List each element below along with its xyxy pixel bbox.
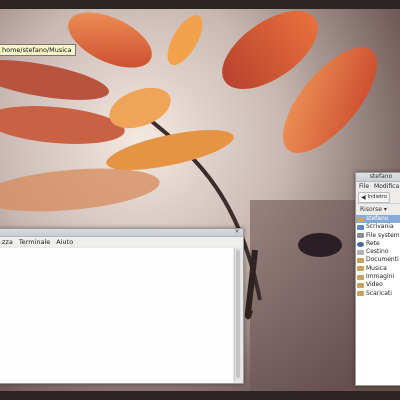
folder-icon: [357, 258, 364, 264]
file-manager-title[interactable]: stefano: [356, 173, 400, 182]
place-item-home[interactable]: stefano: [356, 215, 400, 224]
place-label: Scaricati: [366, 289, 392, 297]
scrollbar-thumb[interactable]: [236, 250, 240, 378]
place-item-desktop[interactable]: Scrivania: [356, 223, 400, 231]
place-label: Documenti: [366, 256, 399, 264]
menu-item-modifica[interactable]: Modifica: [374, 182, 399, 191]
place-item-trash[interactable]: Cestino: [356, 248, 400, 256]
terminal-menubar: zza Terminale Aiuto: [0, 237, 243, 247]
place-label: Scrivania: [366, 223, 394, 231]
folder-icon: [357, 291, 364, 297]
place-item-network[interactable]: Rete: [356, 240, 400, 248]
folder-icon: [357, 274, 364, 280]
place-item-downloads[interactable]: Scaricati: [356, 290, 400, 298]
place-label: File system: [366, 231, 400, 239]
menu-item-modifica-partial[interactable]: zza: [0, 237, 16, 247]
place-label: Cestino: [366, 248, 389, 256]
home-folder-icon: [357, 216, 364, 222]
path-tooltip: home/stefano/Musica: [0, 44, 76, 56]
folder-icon: [357, 266, 364, 272]
menu-item-file[interactable]: File: [359, 182, 369, 191]
file-manager-window[interactable]: stefano File Modifica ◀ Indietro Risorse…: [355, 172, 400, 386]
terminal-output-area[interactable]: [0, 248, 233, 383]
place-item-music[interactable]: Musica: [356, 265, 400, 273]
place-item-pictures[interactable]: Immagini: [356, 273, 400, 281]
terminal-window[interactable]: ✕ zza Terminale Aiuto: [0, 228, 244, 384]
place-item-filesystem[interactable]: File system: [356, 232, 400, 240]
close-icon[interactable]: ✕: [234, 229, 240, 235]
place-label: Video: [366, 281, 383, 289]
place-item-documents[interactable]: Documenti: [356, 256, 400, 264]
arrow-left-icon: ◀: [361, 193, 366, 201]
place-item-videos[interactable]: Video: [356, 281, 400, 289]
desktop-icon: [357, 224, 364, 230]
bottom-panel: [0, 391, 400, 400]
file-manager-toolbar: ◀ Indietro: [356, 191, 400, 204]
back-button[interactable]: ◀ Indietro: [358, 191, 390, 203]
place-label: Rete: [366, 239, 380, 247]
network-icon: [357, 241, 364, 247]
menu-item-terminale[interactable]: Terminale: [16, 237, 53, 247]
trash-icon: [357, 249, 364, 255]
place-label: Musica: [366, 264, 387, 272]
file-manager-menubar: File Modifica: [356, 182, 400, 191]
filesystem-icon: [357, 233, 364, 239]
place-label: stefano: [366, 215, 389, 222]
folder-icon: [357, 283, 364, 289]
menu-item-aiuto[interactable]: Aiuto: [53, 237, 76, 247]
top-panel: [0, 0, 400, 9]
places-header-label: Risorse: [360, 206, 382, 213]
places-list: stefano Scrivania File system Rete Cesti…: [356, 215, 400, 385]
terminal-titlebar[interactable]: ✕: [0, 229, 243, 237]
place-label: Immagini: [366, 273, 395, 281]
back-button-label: Indietro: [367, 194, 387, 200]
terminal-scrollbar[interactable]: [234, 248, 241, 381]
